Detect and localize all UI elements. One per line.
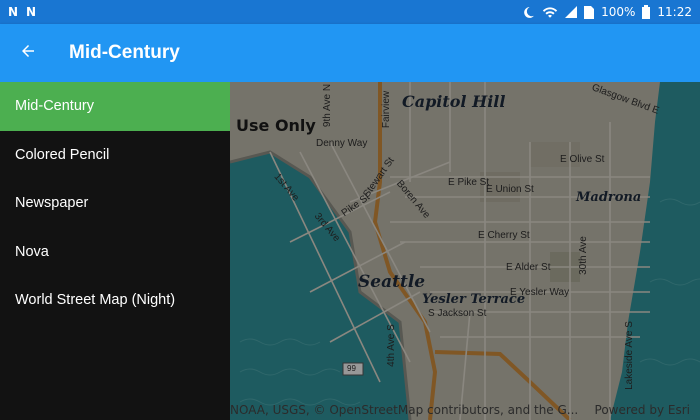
- wifi-icon: [542, 6, 558, 19]
- clock: 11:22: [657, 5, 692, 19]
- drawer-item-colored-pencil[interactable]: Colored Pencil: [0, 131, 230, 180]
- sim-icon: [584, 5, 595, 19]
- map-attribution-bar: NOAA, USGS, © OpenStreetMap contributors…: [230, 400, 700, 420]
- drawer-item-world-street-map-night[interactable]: World Street Map (Night): [0, 276, 230, 325]
- map-watermark: Use Only: [236, 116, 316, 135]
- page-title: Mid-Century: [69, 42, 180, 63]
- app-bar: Mid-Century: [0, 24, 700, 82]
- moon-icon: [522, 6, 535, 19]
- drawer-item-nova[interactable]: Nova: [0, 228, 230, 277]
- battery-percent: 100%: [601, 5, 636, 19]
- notification-n-icon: N: [26, 5, 37, 19]
- notification-icons: N N: [8, 5, 36, 19]
- arrow-back-icon: [19, 42, 37, 64]
- attribution-text[interactable]: NOAA, USGS, © OpenStreetMap contributors…: [230, 403, 580, 417]
- notification-n-icon: N: [8, 5, 19, 19]
- signal-icon: [565, 6, 578, 18]
- drawer-item-newspaper[interactable]: Newspaper: [0, 179, 230, 228]
- basemap-drawer: Mid-Century Colored Pencil Newspaper Nov…: [0, 82, 230, 420]
- status-bar: N N 100% 11:22: [0, 0, 700, 24]
- battery-icon: [642, 5, 651, 19]
- drawer-item-mid-century[interactable]: Mid-Century: [0, 82, 230, 131]
- map-view[interactable]: Capitol Hill Madrona Seattle Yesler Terr…: [230, 82, 700, 420]
- powered-by-esri: Powered by Esri: [594, 403, 690, 417]
- back-button[interactable]: [4, 29, 52, 77]
